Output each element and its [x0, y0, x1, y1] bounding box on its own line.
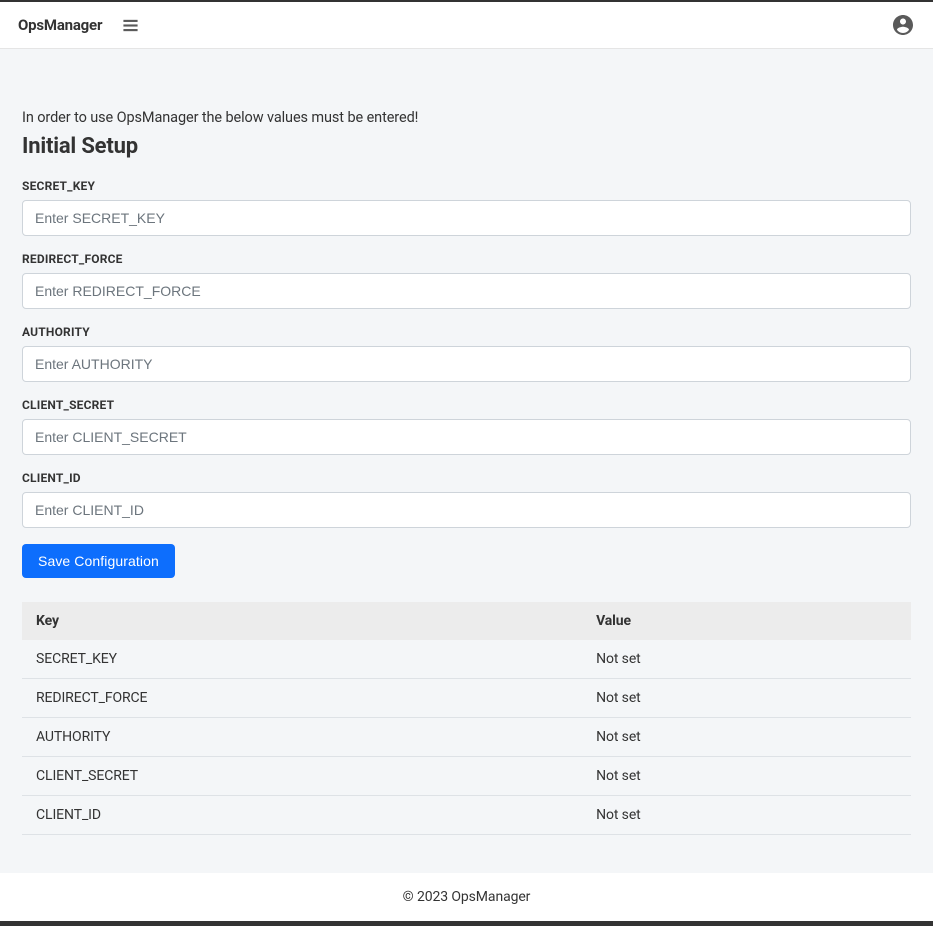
label-redirect-force: REDIRECT_FORCE: [22, 252, 911, 266]
header-key: Key: [22, 602, 582, 640]
label-client-id: CLIENT_ID: [22, 471, 911, 485]
footer: © 2023 OpsManager: [0, 873, 933, 921]
cell-value: Not set: [582, 718, 911, 757]
cell-key: CLIENT_SECRET: [22, 757, 582, 796]
input-client-id[interactable]: [22, 492, 911, 528]
menu-toggle-button[interactable]: [122, 17, 139, 34]
cell-value: Not set: [582, 679, 911, 718]
spacer: [0, 49, 933, 109]
table-row: CLIENT_ID Not set: [22, 796, 911, 835]
save-configuration-button[interactable]: Save Configuration: [22, 544, 175, 578]
page-title: Initial Setup: [22, 134, 911, 159]
table-row: AUTHORITY Not set: [22, 718, 911, 757]
table-header-row: Key Value: [22, 602, 911, 640]
hamburger-icon: [122, 17, 139, 34]
table-row: REDIRECT_FORCE Not set: [22, 679, 911, 718]
cell-value: Not set: [582, 796, 911, 835]
user-menu-button[interactable]: [891, 13, 915, 37]
navbar: OpsManager: [0, 2, 933, 49]
field-client-secret: CLIENT_SECRET: [22, 398, 911, 455]
input-secret-key[interactable]: [22, 200, 911, 236]
cell-key: CLIENT_ID: [22, 796, 582, 835]
field-secret-key: SECRET_KEY: [22, 179, 911, 236]
label-secret-key: SECRET_KEY: [22, 179, 911, 193]
user-circle-icon: [891, 13, 915, 37]
footer-text: © 2023 OpsManager: [403, 889, 531, 905]
header-value: Value: [582, 602, 911, 640]
field-authority: AUTHORITY: [22, 325, 911, 382]
bottom-strip: [0, 921, 933, 926]
label-authority: AUTHORITY: [22, 325, 911, 339]
cell-key: REDIRECT_FORCE: [22, 679, 582, 718]
field-client-id: CLIENT_ID: [22, 471, 911, 528]
label-client-secret: CLIENT_SECRET: [22, 398, 911, 412]
brand[interactable]: OpsManager: [18, 16, 102, 34]
intro-text: In order to use OpsManager the below val…: [22, 109, 911, 126]
table-row: CLIENT_SECRET Not set: [22, 757, 911, 796]
input-authority[interactable]: [22, 346, 911, 382]
table-row: SECRET_KEY Not set: [22, 640, 911, 679]
cell-key: AUTHORITY: [22, 718, 582, 757]
input-redirect-force[interactable]: [22, 273, 911, 309]
main-content: In order to use OpsManager the below val…: [0, 109, 933, 835]
cell-key: SECRET_KEY: [22, 640, 582, 679]
cell-value: Not set: [582, 640, 911, 679]
field-redirect-force: REDIRECT_FORCE: [22, 252, 911, 309]
cell-value: Not set: [582, 757, 911, 796]
input-client-secret[interactable]: [22, 419, 911, 455]
config-table: Key Value SECRET_KEY Not set REDIRECT_FO…: [22, 602, 911, 835]
config-form: SECRET_KEY REDIRECT_FORCE AUTHORITY CLIE…: [22, 179, 911, 578]
